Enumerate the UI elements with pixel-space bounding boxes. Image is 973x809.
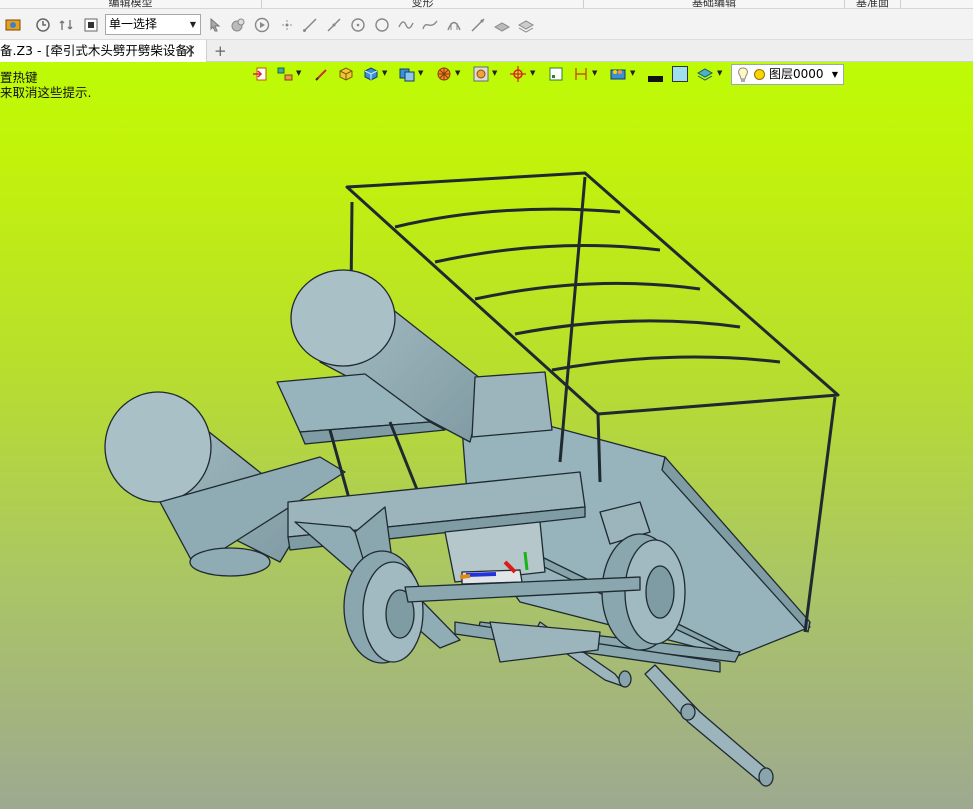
tangent-icon[interactable]: [470, 17, 486, 33]
close-icon[interactable]: ✕: [184, 40, 196, 62]
ribbon-tab-label: 变形: [411, 0, 434, 9]
add-tab-button[interactable]: +: [214, 40, 227, 62]
line-icon[interactable]: [302, 17, 318, 33]
ribbon-tab-label: 编辑模型: [108, 0, 153, 9]
circle-icon[interactable]: [350, 17, 366, 33]
point-icon[interactable]: [279, 17, 295, 33]
arc-icon[interactable]: [446, 17, 462, 33]
spline-icon[interactable]: [398, 17, 414, 33]
3d-viewport[interactable]: 置热键 来取消这些提示. ▼ ▼ ▼ ▼ ▼ ▼ ▼ ▼ ▼ 图层0000 ▼: [0, 62, 973, 809]
trailer-model[interactable]: [0, 62, 973, 809]
circle2-icon[interactable]: [374, 17, 390, 33]
surface-icon[interactable]: [494, 17, 510, 33]
stop-icon[interactable]: [83, 17, 99, 33]
ribbon-tab-datum[interactable]: 基准面: [845, 0, 901, 9]
line2-icon[interactable]: [326, 17, 342, 33]
tab-document[interactable]: 备.Z3 - [牵引式木头劈开劈柴设备] ✕: [0, 40, 207, 62]
ribbon-tab-basic-edit[interactable]: 基础编辑: [584, 0, 845, 9]
curve-icon[interactable]: [422, 17, 438, 33]
ribbon-tab-label: 基础编辑: [692, 0, 736, 9]
app-icon[interactable]: [5, 17, 21, 33]
selection-mode-value: 单一选择: [109, 17, 158, 31]
redo-icon[interactable]: [58, 17, 74, 33]
pointer-icon[interactable]: [207, 17, 223, 33]
ribbon-tab-deform[interactable]: 变形: [262, 0, 584, 9]
ribbon-tab-label: 基准面: [856, 0, 889, 9]
layers-icon[interactable]: [518, 17, 534, 33]
selection-mode-select[interactable]: 单一选择 ▼: [105, 14, 201, 35]
document-tabbar: 备.Z3 - [牵引式木头劈开劈柴设备] ✕ +: [0, 40, 973, 62]
chevron-down-icon: ▼: [189, 20, 196, 29]
main-toolbar: 单一选择 ▼: [0, 9, 973, 40]
tab-document-title: 备.Z3 - [牵引式木头劈开劈柴设备]: [0, 43, 193, 58]
play-icon[interactable]: [254, 17, 270, 33]
ribbon-tabs: 编辑模型 变形 基础编辑 基准面: [0, 0, 973, 9]
ribbon-tab-edit-model[interactable]: 编辑模型: [0, 0, 262, 9]
filter-icon[interactable]: [230, 17, 246, 33]
history-icon[interactable]: [35, 17, 51, 33]
